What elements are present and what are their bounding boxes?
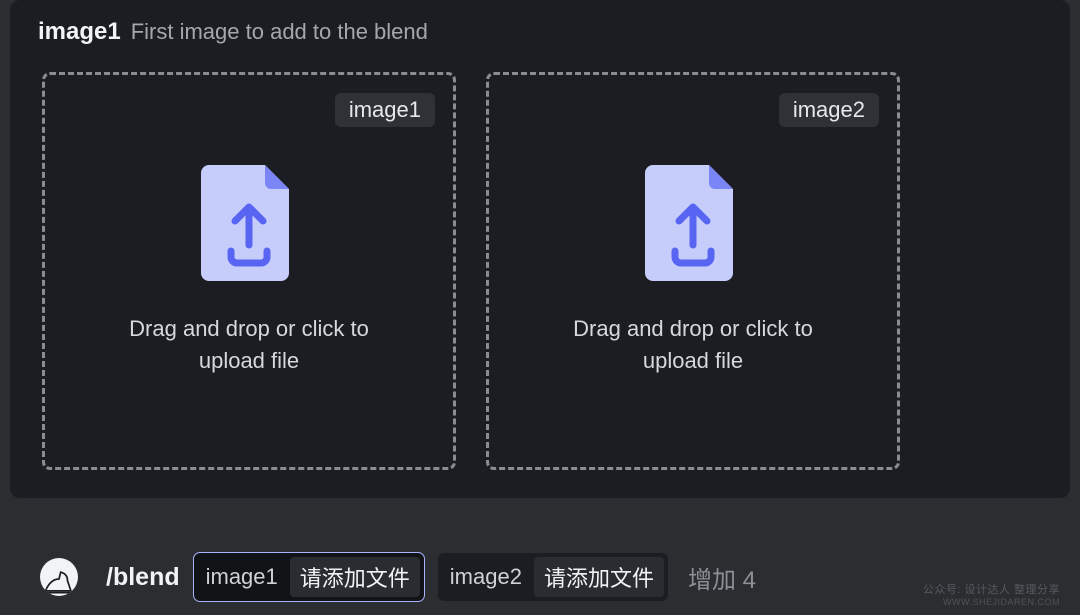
upload-file-icon bbox=[201, 161, 297, 281]
slash-command: /blend bbox=[106, 563, 180, 592]
dropzone-label: image1 bbox=[335, 93, 435, 127]
watermark-line1: 公众号: 设计达人 整理分享 bbox=[923, 583, 1060, 597]
watermark: 公众号: 设计达人 整理分享 WWW.SHEJIDAREN.COM bbox=[923, 583, 1060, 609]
param-header: image1 First image to add to the blend bbox=[10, 0, 1070, 60]
upload-file-icon bbox=[645, 161, 741, 281]
add-more-params[interactable]: 增加 4 bbox=[688, 560, 756, 595]
bot-avatar bbox=[40, 558, 78, 596]
dropzone-hint: Drag and drop or click to upload file bbox=[543, 313, 843, 377]
param-pill-image1[interactable]: image1 请添加文件 bbox=[194, 553, 424, 601]
dropzone-image1[interactable]: image1 Drag and drop or click to upload … bbox=[42, 72, 456, 470]
param-pill-value: 请添加文件 bbox=[290, 557, 420, 597]
param-pill-key: image1 bbox=[206, 564, 278, 590]
param-pill-image2[interactable]: image2 请添加文件 bbox=[438, 553, 668, 601]
dropzone-row: image1 Drag and drop or click to upload … bbox=[10, 60, 1070, 498]
param-pill-key: image2 bbox=[450, 564, 522, 590]
param-description: First image to add to the blend bbox=[131, 19, 428, 45]
command-panel: image1 First image to add to the blend i… bbox=[10, 0, 1070, 498]
watermark-line2: WWW.SHEJIDAREN.COM bbox=[923, 597, 1060, 609]
dropzone-label: image2 bbox=[779, 93, 879, 127]
dropzone-hint: Drag and drop or click to upload file bbox=[99, 313, 399, 377]
dropzone-image2[interactable]: image2 Drag and drop or click to upload … bbox=[486, 72, 900, 470]
command-input-row: /blend image1 请添加文件 image2 请添加文件 增加 4 bbox=[0, 553, 1080, 601]
param-pill-value: 请添加文件 bbox=[534, 557, 664, 597]
param-name: image1 bbox=[38, 18, 121, 46]
